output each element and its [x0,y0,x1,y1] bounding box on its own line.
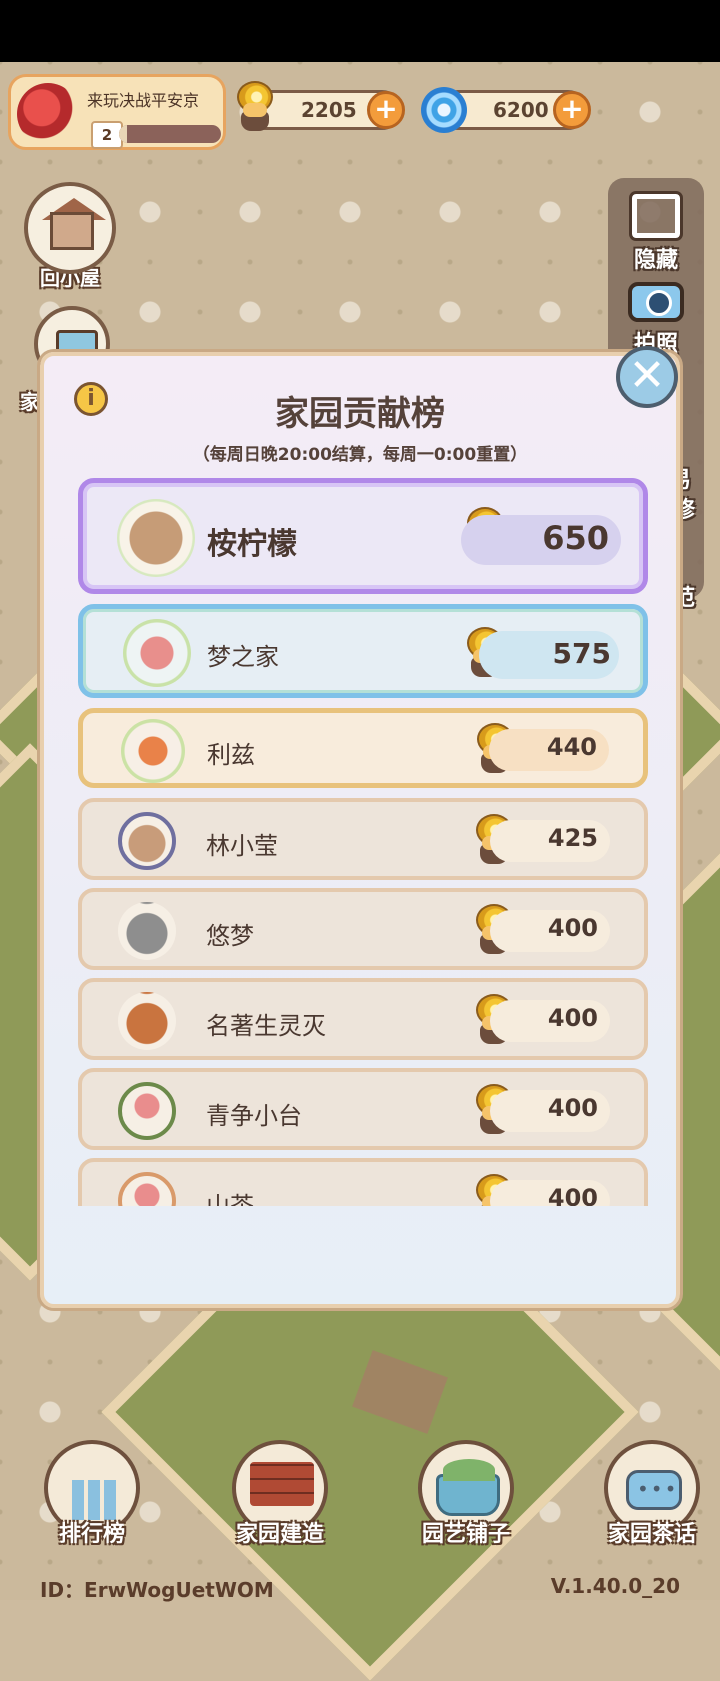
spiral-amount: 6200 [493,98,549,122]
home-circle [24,182,116,274]
camera-icon [628,282,684,322]
level-progress-bar [119,125,221,143]
leaderboard-row-rank-3[interactable]: 利兹 440 [78,708,648,788]
status-bar [0,0,720,62]
add-snail-button[interactable]: + [367,91,405,129]
score-value: 440 [546,733,597,761]
ranking-podium-icon [72,1480,116,1520]
leaderboard-row[interactable]: 悠梦 400 [78,888,648,970]
bear-avatar-icon [118,812,176,870]
player-name: 林小莹 [206,832,278,860]
player-name: 梦之家 [207,643,279,671]
player-name: 桉柠檬 [207,527,297,562]
modal-title: 家园贡献榜 [275,394,445,434]
tulip-avatar-icon [118,1172,176,1206]
leaderboard-row[interactable]: 青争小台 400 [78,1068,648,1150]
bottom-navigation: 排行榜 家园建造 园艺铺子 家园茶话 [0,1440,720,1570]
score-value: 425 [547,824,598,852]
snail-amount: 2205 [301,98,357,122]
score-value: 400 [547,914,598,942]
shop-label: 园艺铺子 [421,1522,510,1547]
bear-avatar-icon [117,499,195,577]
player-profile[interactable]: 来玩决战平安京 2 [8,74,226,150]
fullscreen-frame-icon [629,191,683,241]
score-value: 400 [547,1094,598,1122]
snail-currency: 2205 + [237,81,405,131]
player-name: 山茶 [206,1192,254,1206]
brick-trowel-icon [250,1462,314,1506]
leaderboard-row[interactable]: 林小莹 425 [78,798,648,880]
score-value: 400 [547,1184,598,1206]
version-label: V.1.40.0_20 [550,1574,680,1598]
player-name: 名著生灵灭 [206,1012,326,1040]
spiral-gem-icon [421,87,467,133]
garden-build-button[interactable]: 家园建造 [220,1440,340,1548]
garden-chat-button[interactable]: 家园茶话 [592,1440,712,1548]
hide-button[interactable]: 隐藏 [608,191,704,274]
score-value: 400 [547,1004,598,1032]
gift-label: 家 [20,390,40,414]
chat-bubble-icon [626,1470,682,1510]
leaderboard-row-rank-2[interactable]: 梦之家 575 [78,604,648,698]
chat-label: 家园茶话 [607,1522,696,1547]
player-id: ID：ErwWogUetWOM [40,1578,274,1602]
snail-coin-icon [233,75,277,133]
tulip-avatar-icon [123,619,191,687]
player-name: 悠梦 [206,922,254,950]
leaderboard-row[interactable]: 山茶 400 [78,1158,648,1206]
ranking-button[interactable]: 排行榜 [32,1440,152,1548]
contribution-leaderboard-modal: i 家园贡献榜 （每周日晚20:00结算，每周一0:00重置） 桉柠檬 650 … [40,352,680,1308]
player-name: 青争小台 [206,1102,302,1130]
fox-avatar-icon [118,992,176,1050]
score-value: 650 [542,519,609,557]
score-value: 575 [552,637,611,670]
ranking-label: 排行榜 [58,1522,125,1547]
player-name: 来玩决战平安京 [87,91,200,110]
add-spiral-button[interactable]: + [553,91,591,129]
back-home-button[interactable]: 回小屋 [22,182,118,291]
spiral-currency: 6200 + [421,87,591,133]
gardening-shop-button[interactable]: 园艺铺子 [406,1440,526,1548]
cat-avatar-icon [118,902,176,960]
modal-subtitle: （每周日晚20:00结算，每周一0:00重置） [192,445,528,465]
hide-label: 隐藏 [633,248,678,273]
plant-basket-icon [436,1459,500,1516]
player-name: 利兹 [207,741,255,769]
leaderboard-row[interactable]: 名著生灵灭 400 [78,978,648,1060]
close-button[interactable]: ✕ [616,346,678,408]
build-label: 家园建造 [235,1522,324,1547]
rose-avatar-icon [17,83,79,145]
leaderboard-list[interactable]: 桉柠檬 650 梦之家 575 利兹 440 林小莹 425 悠梦 400 名著… [74,466,654,1206]
tulip-avatar-icon [118,1082,176,1140]
leaderboard-row-rank-1[interactable]: 桉柠檬 650 [78,478,648,594]
koi-fish-avatar-icon [121,719,185,783]
